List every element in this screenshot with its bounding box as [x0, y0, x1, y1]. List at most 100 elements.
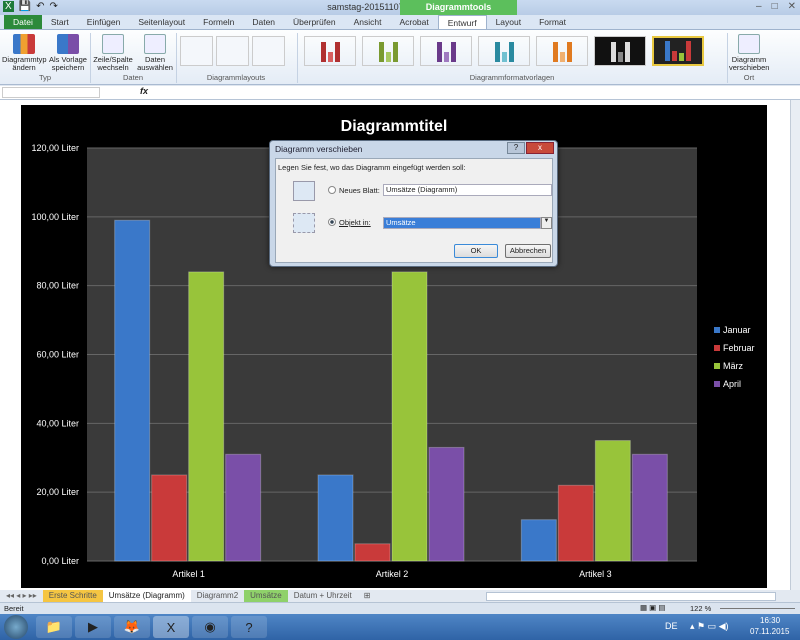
select-data-button[interactable]: Daten auswählen: [136, 32, 174, 72]
tab-ueberpruefen[interactable]: Überprüfen: [284, 15, 345, 29]
clock-time[interactable]: 16:30: [760, 616, 780, 625]
media-player-icon[interactable]: ▶: [75, 616, 111, 638]
formula-bar: fx: [0, 86, 800, 100]
group-styles-label: Diagrammformatvorlagen: [469, 73, 555, 82]
dialog-prompt: Legen Sie fest, wo das Diagramm eingefüg…: [278, 163, 466, 172]
tab-einfuegen[interactable]: Einfügen: [78, 15, 130, 29]
help-taskbar-icon[interactable]: ?: [231, 616, 267, 638]
object-in-label: Objekt in:: [339, 218, 371, 227]
sheet-tabs: ◂◂ ◂ ▸ ▸▸ Erste Schritte Umsätze (Diagra…: [0, 590, 800, 602]
legend-swatch: [714, 381, 720, 387]
legend-swatch: [714, 363, 720, 369]
sheet-nav-arrows[interactable]: ◂◂ ◂ ▸ ▸▸: [0, 590, 43, 602]
help-button[interactable]: ?: [507, 142, 525, 154]
y-tick-label: 120,00 Liter: [31, 143, 79, 153]
chart-style-red[interactable]: [304, 36, 356, 66]
bar-januar-3: [520, 519, 557, 562]
chart-style-orange[interactable]: [536, 36, 588, 66]
y-tick-label: 60,00 Liter: [36, 350, 79, 360]
excel-taskbar-icon[interactable]: X: [153, 616, 189, 638]
maximize-button[interactable]: □: [772, 1, 778, 12]
fx-icon[interactable]: fx: [140, 86, 148, 96]
vertical-scrollbar[interactable]: [790, 100, 800, 590]
bar-februar-1: [151, 474, 188, 562]
tab-ansicht[interactable]: Ansicht: [345, 15, 391, 29]
tab-format[interactable]: Format: [530, 15, 575, 29]
chart-style-teal[interactable]: [478, 36, 530, 66]
bar-märz-3: [594, 440, 631, 562]
group-daten-label: Daten: [122, 73, 143, 82]
chart-tools-label: Diagrammtools: [400, 0, 517, 15]
object-in-icon: [293, 213, 315, 233]
chart-style-multicolor-dark[interactable]: [652, 36, 704, 66]
legend-swatch: [714, 327, 720, 333]
status-ready: Bereit: [4, 604, 24, 613]
bar-april-3: [631, 453, 668, 562]
group-typ-label: Typ: [38, 73, 52, 82]
close-button[interactable]: ✕: [788, 1, 796, 12]
firefox-icon[interactable]: 🦊: [114, 616, 150, 638]
move-chart-icon: [738, 34, 760, 54]
y-tick-label: 80,00 Liter: [36, 281, 79, 291]
minimize-button[interactable]: –: [756, 1, 762, 12]
new-sheet-icon: [293, 181, 315, 201]
layout-3[interactable]: [252, 36, 285, 66]
tab-datei[interactable]: Datei: [4, 15, 42, 29]
start-button[interactable]: [4, 615, 28, 639]
clock-date[interactable]: 07.11.2015: [750, 627, 789, 636]
zoom-slider[interactable]: [720, 608, 795, 609]
language-indicator[interactable]: DE: [665, 621, 678, 631]
sheet-tab-erste-schritte[interactable]: Erste Schritte: [42, 590, 103, 602]
tab-entwurf[interactable]: Entwurf: [437, 15, 487, 29]
y-tick-label: 40,00 Liter: [36, 418, 79, 428]
save-template-button[interactable]: Als Vorlage speichern: [48, 32, 88, 72]
tab-daten[interactable]: Daten: [243, 15, 284, 29]
sheet-tab-umsaetze[interactable]: Umsätze: [244, 590, 288, 602]
cancel-button[interactable]: Abbrechen: [505, 244, 551, 258]
object-in-select[interactable]: Umsätze: [383, 217, 541, 229]
chevron-down-icon[interactable]: ▼: [541, 217, 552, 229]
chart-style-purple[interactable]: [420, 36, 472, 66]
layout-1[interactable]: [180, 36, 213, 66]
sheet-tab-datum-uhrzeit[interactable]: Datum + Uhrzeit: [288, 590, 358, 602]
legend-label: April: [723, 379, 741, 389]
taskbar: 📁 ▶ 🦊 X ◉ ? DE ▴ ⚑ ▭ ◀) 16:30 07.11.2015: [0, 614, 800, 640]
ok-button[interactable]: OK: [454, 244, 498, 258]
insert-sheet-icon[interactable]: ⊞: [358, 590, 377, 602]
status-bar: Bereit ▦ ▣ ▤ 122 %: [0, 602, 800, 614]
horizontal-scrollbar[interactable]: [486, 591, 777, 601]
new-sheet-radio[interactable]: [328, 186, 336, 194]
explorer-icon[interactable]: 📁: [36, 616, 72, 638]
tab-acrobat[interactable]: Acrobat: [390, 15, 437, 29]
zoom-level[interactable]: 122 %: [690, 604, 711, 613]
chrome-icon[interactable]: ◉: [192, 616, 228, 638]
tab-seitenlayout[interactable]: Seitenlayout: [129, 15, 194, 29]
tab-formeln[interactable]: Formeln: [194, 15, 243, 29]
view-buttons[interactable]: ▦ ▣ ▤: [640, 603, 665, 612]
chart-type-icon: [13, 34, 35, 54]
x-tick-label: Artikel 3: [579, 569, 612, 579]
switch-row-column-icon: [102, 34, 124, 54]
bar-februar-2: [354, 543, 391, 562]
new-sheet-name-input[interactable]: Umsätze (Diagramm): [383, 184, 552, 196]
dialog-close-button[interactable]: x: [526, 142, 554, 154]
bar-januar-1: [114, 219, 151, 562]
chart-title[interactable]: Diagrammtitel: [341, 118, 448, 135]
formula-input[interactable]: [155, 87, 785, 98]
switch-row-column-button[interactable]: Zeile/Spalte wechseln: [92, 32, 134, 72]
ribbon: Diagrammtyp ändern Als Vorlage speichern…: [0, 30, 800, 85]
tray-icons[interactable]: ▴ ⚑ ▭ ◀): [690, 621, 729, 632]
sheet-tab-diagramm2[interactable]: Diagramm2: [191, 590, 244, 602]
object-in-radio[interactable]: [328, 218, 336, 226]
chart-style-gray-dark[interactable]: [594, 36, 646, 66]
layout-2[interactable]: [216, 36, 249, 66]
sheet-tab-umsaetze-diagramm[interactable]: Umsätze (Diagramm): [102, 590, 191, 602]
name-box[interactable]: [2, 87, 100, 98]
tab-layout[interactable]: Layout: [487, 15, 531, 29]
chart-style-green[interactable]: [362, 36, 414, 66]
title-bar: X 💾 ↶ ↷ samstag-20151107 - Microsoft Exc…: [0, 0, 800, 15]
tab-start[interactable]: Start: [42, 15, 78, 29]
change-chart-type-button[interactable]: Diagrammtyp ändern: [2, 32, 47, 72]
move-chart-button[interactable]: Diagramm verschieben: [729, 32, 769, 72]
dialog-title: Diagramm verschieben: [275, 144, 363, 154]
